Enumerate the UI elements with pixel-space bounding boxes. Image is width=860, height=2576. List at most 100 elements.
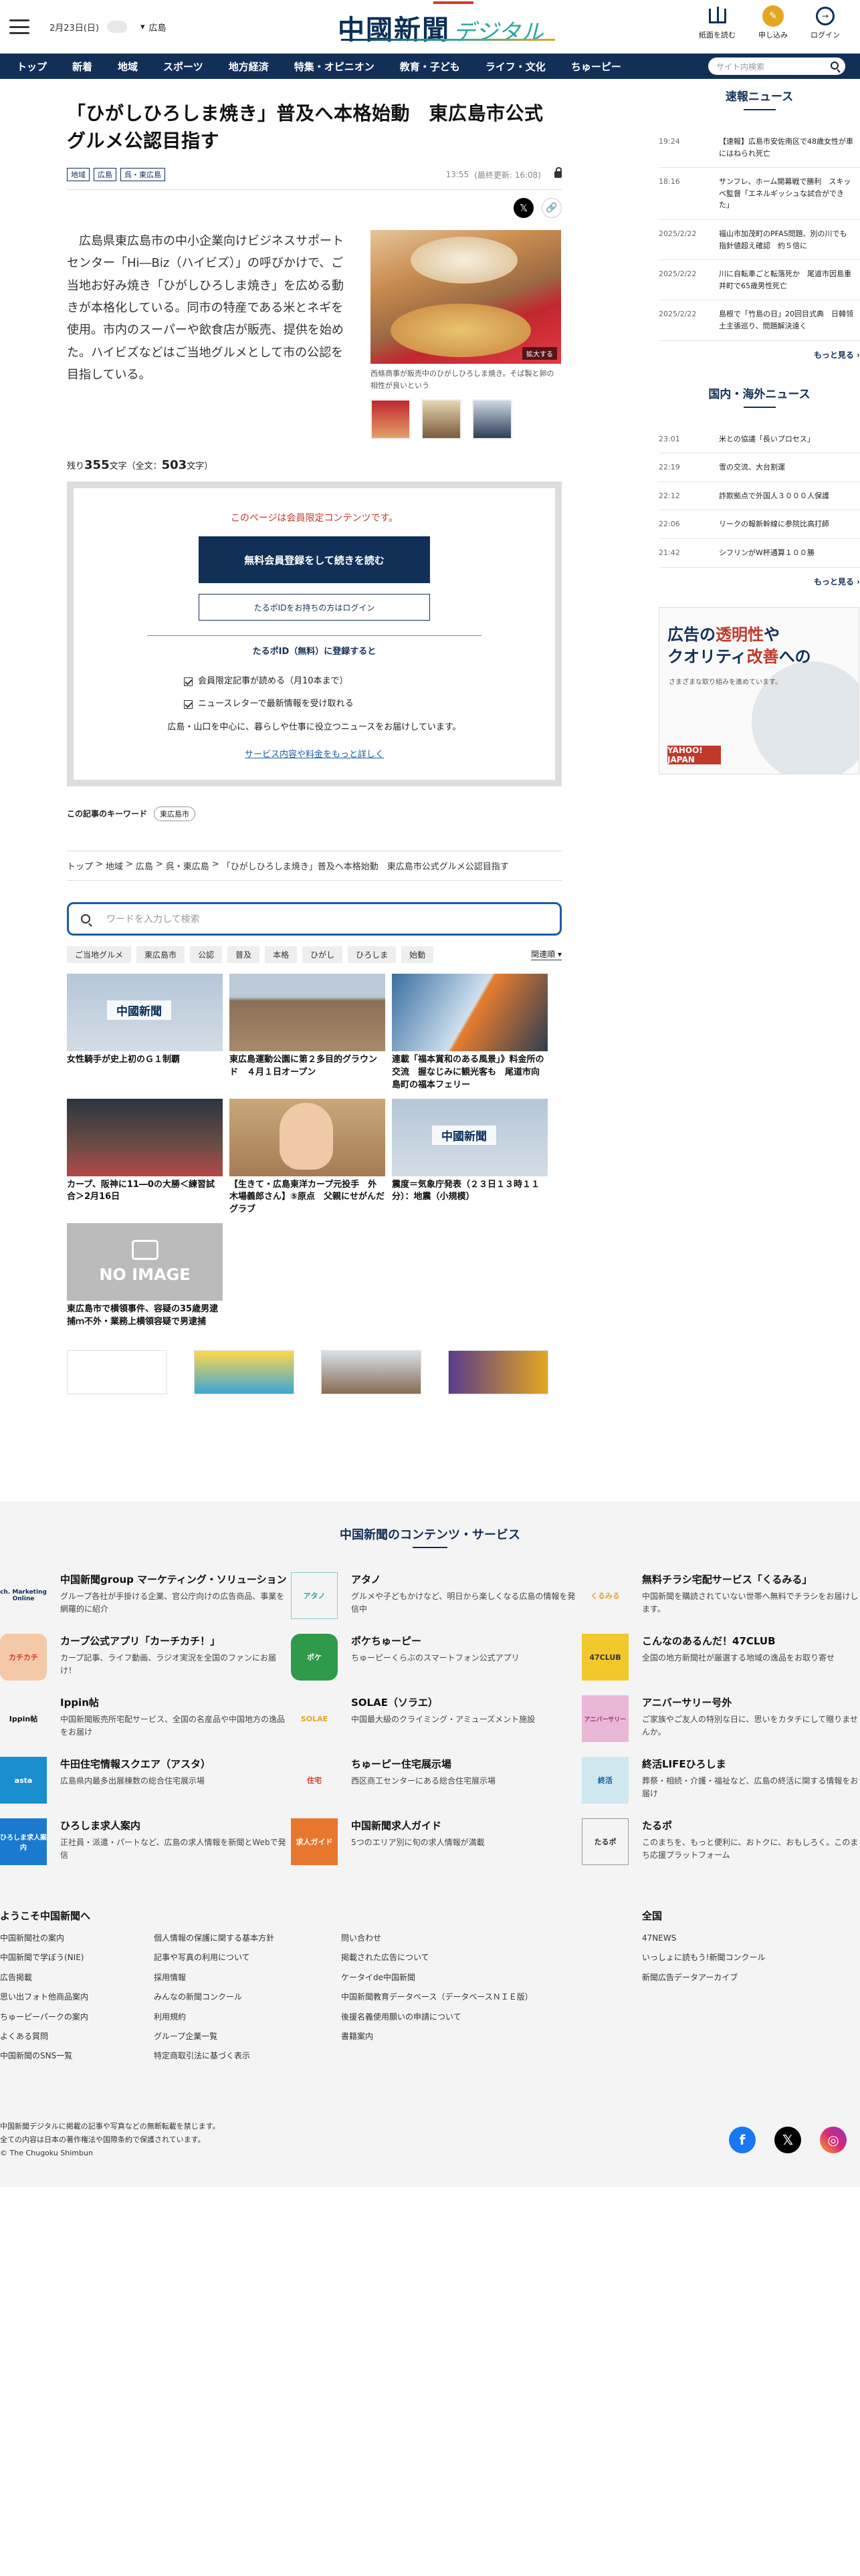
- search-chip[interactable]: 始動: [401, 946, 434, 963]
- ad-banner[interactable]: [321, 1350, 421, 1394]
- breaking-more-link[interactable]: もっと見る ›: [659, 349, 860, 360]
- related-card[interactable]: カープ、阪神に11―0の大勝＜練習試合＞2月16日: [67, 1098, 223, 1217]
- ad-banner[interactable]: [448, 1350, 548, 1394]
- service-item[interactable]: 求人ガイド 中国新聞求人ガイド 5つのエリア別に旬の求人情報が満載: [291, 1818, 582, 1865]
- breaking-news-item[interactable]: 18:16 サンフレ、ホーム開幕戦で勝利 スキッベ監督「エネルギッシュな試合ができ…: [659, 168, 860, 220]
- site-search-input[interactable]: サイト内検索: [708, 58, 845, 75]
- service-item[interactable]: たるポ たるポ このまちを、もっと便利に、おトクに、おもしろく。このまち応援プラット…: [582, 1818, 860, 1865]
- footer-link[interactable]: 利用規約: [154, 2008, 274, 2027]
- related-card[interactable]: 中國新聞 震度＝気象庁発表（２３日１３時１１分）：地震（小規模）: [392, 1098, 548, 1217]
- footer-link[interactable]: 記事や写真の利用について: [154, 1948, 274, 1967]
- footer-link[interactable]: ケータイde中国新聞: [341, 1968, 533, 1988]
- service-item[interactable]: 住宅 ちゅーピー住宅展示場 西区商工センターにある総合住宅展示場: [291, 1757, 582, 1804]
- menu-icon[interactable]: [9, 19, 29, 34]
- service-item[interactable]: asta 牛田住宅情報スクエア（アスタ） 広島県内最多出展棟数の総合住宅展示場: [0, 1757, 291, 1804]
- nav-sports[interactable]: スポーツ: [150, 53, 216, 79]
- world-news-item[interactable]: 22:06 リークの報新幹線に参院比高打師: [659, 510, 860, 539]
- footer-link[interactable]: 採用情報: [154, 1968, 274, 1988]
- service-item[interactable]: SOLAE SOLAE（ソラエ） 中国最大級のクライミング・アミューズメント施設: [291, 1695, 582, 1742]
- nav-education[interactable]: 教育・子ども: [387, 53, 473, 79]
- search-icon[interactable]: [831, 62, 839, 70]
- search-chip[interactable]: ひがし: [302, 946, 343, 963]
- read-paper-button[interactable]: 紙面を読む: [699, 5, 736, 40]
- tag-kure[interactable]: 呉・東広島: [120, 168, 165, 182]
- search-chip[interactable]: 東広島市: [136, 946, 185, 963]
- footer-link[interactable]: 特定商取引法に基づく表示: [154, 2046, 274, 2066]
- world-news-item[interactable]: 22:12 詐欺拠点で外国人３０００人保護: [659, 482, 860, 511]
- breaking-news-item[interactable]: 2025/2/22 島根で「竹島の日」20回目式典 日韓领土主張巡り、問題解決遠く: [659, 300, 860, 341]
- service-item[interactable]: ポケ ポケちゅーピー ちゅーピーくらぶのスマートフォン公式アプリ: [291, 1634, 582, 1681]
- footer-link[interactable]: 中国新聞で学ぼう(NIE): [0, 1948, 90, 1967]
- breadcrumb-region[interactable]: 地域: [106, 859, 123, 872]
- related-card[interactable]: 【生きて・広島東洋カープ元投手 外木場義郎さん】⑤原点 父親にせがんだグラブ: [229, 1098, 385, 1217]
- footer-link[interactable]: 掲載された広告について: [341, 1948, 533, 1967]
- service-item[interactable]: Ippin帖 Ippin帖 中国新聞販売所宅配サービス、全国の名産品や中国地方の逸品…: [0, 1695, 291, 1742]
- search-chip[interactable]: 普及: [227, 946, 260, 963]
- ad-banner[interactable]: [67, 1350, 167, 1394]
- footer-link[interactable]: 中国新聞教育データベース（データベースＮＩＥ版）: [341, 1988, 533, 2007]
- breadcrumb-hiroshima[interactable]: 広島: [136, 859, 153, 872]
- service-item[interactable]: 47CLUB こんなのあるんだ！47CLUB 全国の地方新聞社が厳選する地域の逸品を…: [582, 1634, 860, 1681]
- photo-thumbnail[interactable]: [421, 399, 461, 440]
- nav-new[interactable]: 新着: [60, 53, 105, 79]
- service-item[interactable]: ひろしま求人案内 ひろしま求人案内 正社員・派遣・パートなど、広島の求人情報を新聞と…: [0, 1818, 291, 1865]
- related-card[interactable]: 中國新聞 女性騎手が史上初のＧ１制覇: [67, 973, 223, 1092]
- paywall-details-link[interactable]: サービス内容や料金をもっと詳しく: [100, 747, 528, 760]
- world-more-link[interactable]: もっと見る ›: [659, 576, 860, 587]
- nav-region[interactable]: 地域: [105, 53, 150, 79]
- x-share-icon[interactable]: 𝕏: [514, 198, 534, 219]
- zoom-button[interactable]: 拡大する: [522, 347, 557, 360]
- world-news-item[interactable]: 21:42 シフリンがW杯通算１００勝: [659, 539, 860, 568]
- nav-top[interactable]: トップ: [4, 53, 60, 79]
- footer-link[interactable]: ちゅーピーパークの案内: [0, 2008, 90, 2027]
- nav-features[interactable]: 特集・オピニオン: [282, 53, 387, 79]
- search-chip[interactable]: ご当地グルメ: [67, 946, 132, 963]
- service-item[interactable]: 終活 終活LIFEひろしま 葬祭・相続・介護・福祉など、広島の終活に関する情報をお届…: [582, 1757, 860, 1804]
- sort-dropdown[interactable]: 関連順 ▾: [531, 948, 562, 961]
- footer-link[interactable]: 中国新聞社の案内: [0, 1929, 90, 1948]
- instagram-icon[interactable]: ◎: [820, 2127, 847, 2153]
- footer-link[interactable]: 中国新聞のSNS一覧: [0, 2046, 90, 2066]
- world-news-item[interactable]: 23:01 米との協議「長いプロセス」: [659, 425, 860, 454]
- footer-link[interactable]: グループ企業一覧: [154, 2027, 274, 2046]
- related-card[interactable]: 東広島運動公園に第２多目的グラウンド ４月１日オープン: [229, 973, 385, 1092]
- keyword-tag[interactable]: 東広島市: [154, 806, 196, 821]
- footer-link[interactable]: 思い出フォト他商品案内: [0, 1988, 90, 2007]
- service-item[interactable]: カチカチ カープ公式アプリ「カーチカチ！」 カープ記事、ライフ動画、ラジオ実況を全国…: [0, 1634, 291, 1681]
- sidebar-ad[interactable]: 広告の透明性や クオリティ改善への さまざまな取り組みを進めています。 YAHO…: [659, 607, 859, 774]
- tag-region[interactable]: 地域: [67, 168, 90, 182]
- footer-link[interactable]: 新聞広告データアーカイブ: [642, 1968, 765, 1988]
- paywall-login-button[interactable]: たるポIDをお持ちの方はログイン: [199, 594, 430, 621]
- photo-thumbnail[interactable]: [370, 399, 411, 440]
- breadcrumb-kure[interactable]: 呉・東広島: [166, 859, 209, 872]
- link-copy-icon[interactable]: 🔗: [542, 198, 562, 219]
- word-search-input[interactable]: ワードを入力して検索: [67, 901, 562, 936]
- footer-link[interactable]: よくある質問: [0, 2027, 90, 2046]
- tag-hiroshima[interactable]: 広島: [94, 168, 116, 182]
- breaking-news-item[interactable]: 2025/2/22 福山市加茂町のPFAS問題、別の川でも指針値超え確認 約５倍に: [659, 220, 860, 261]
- login-button[interactable]: → ログイン: [811, 5, 840, 40]
- breadcrumb-top[interactable]: トップ: [67, 859, 93, 872]
- service-item[interactable]: アニバーサリー アニバーサリー号外 ご家族やご友人の特別な日に、思いをカタチにして贈…: [582, 1695, 860, 1742]
- nav-life[interactable]: ライフ・文化: [473, 53, 558, 79]
- subscribe-button[interactable]: ✎ 申し込み: [758, 5, 788, 40]
- related-card[interactable]: 連載「福本賞和のある風景」》料金所の交流 握なじみに観光客も 尾道市向島町の福本…: [392, 973, 548, 1092]
- footer-link[interactable]: 個人情報の保護に関する基本方針: [154, 1929, 274, 1948]
- footer-link[interactable]: みんなの新聞コンクール: [154, 1988, 274, 2007]
- x-icon[interactable]: 𝕏: [774, 2127, 801, 2153]
- breaking-news-item[interactable]: 19:24 【速報】広島市安佐南区で48歳女性が車にはねられ死亡: [659, 128, 860, 169]
- nav-economy[interactable]: 地方経済: [216, 53, 282, 79]
- register-button[interactable]: 無料会員登録をして続きを読む: [199, 536, 430, 584]
- nav-chupea[interactable]: ちゅーピー: [558, 53, 634, 79]
- footer-link[interactable]: 後援名義使用願いの申請について: [341, 2008, 533, 2027]
- footer-link[interactable]: 47NEWS: [642, 1929, 765, 1948]
- breaking-news-item[interactable]: 2025/2/22 川に自転車ごと転落死か 尾道市因島重井町で65歳男性死亡: [659, 260, 860, 301]
- footer-link[interactable]: 書籍案内: [341, 2027, 533, 2046]
- search-chip[interactable]: 公認: [190, 946, 223, 963]
- ad-banner[interactable]: [194, 1350, 294, 1394]
- search-chip[interactable]: ひろしま: [348, 946, 397, 963]
- footer-link[interactable]: 広告掲載: [0, 1968, 90, 1988]
- area-selector[interactable]: ▾ 広島: [140, 21, 167, 33]
- related-card[interactable]: NO IMAGE 東広島市で横領事件、容疑の35歳男逮捕ｍ不外・業務上横領容疑で男…: [67, 1223, 223, 1329]
- service-item[interactable]: くるみる 無料チラシ宅配サービス「くるみる」 中国新聞を購読されていない世帯へ無料で…: [582, 1572, 860, 1619]
